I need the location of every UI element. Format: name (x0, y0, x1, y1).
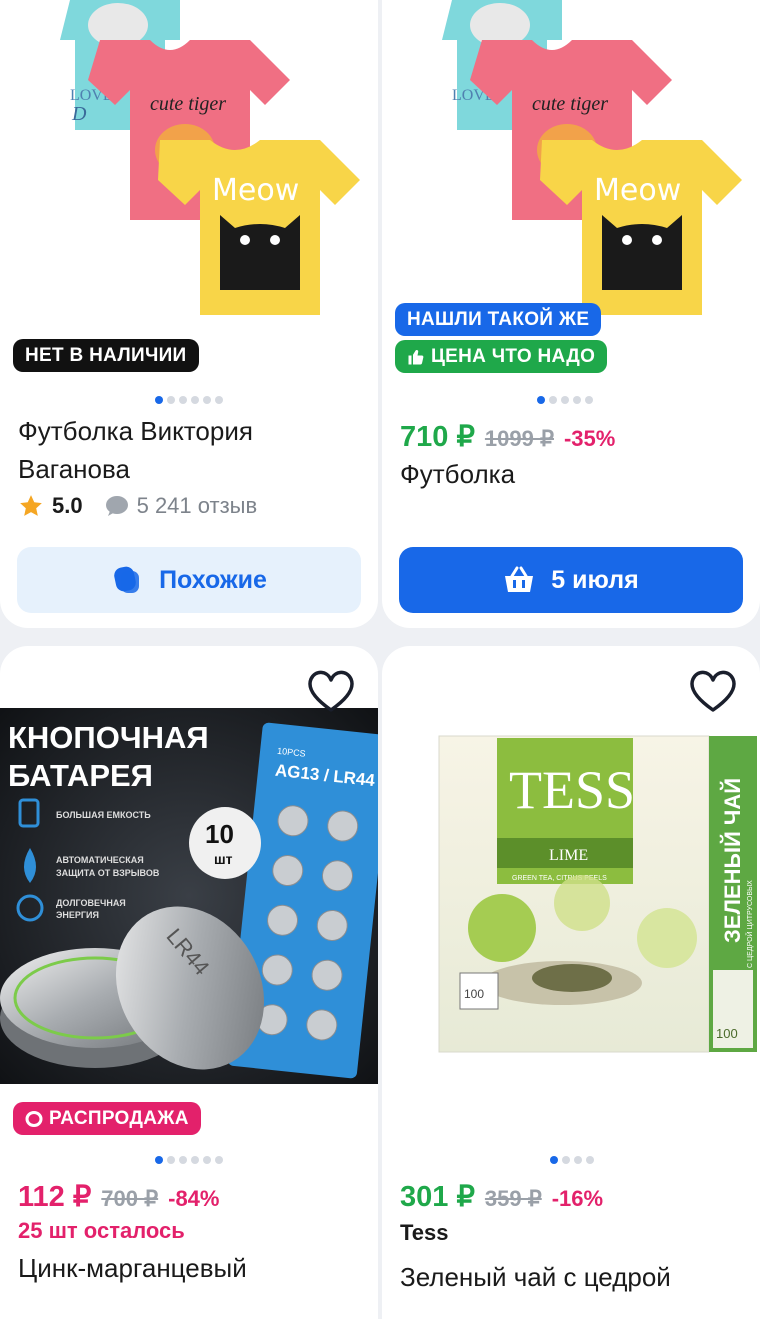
image-pager-dots (155, 396, 223, 404)
discount: -16% (551, 1186, 604, 1211)
svg-text:Meow: Meow (594, 173, 681, 208)
favorite-heart-icon[interactable] (687, 666, 739, 714)
old-price: 700 ₽ (101, 1186, 159, 1211)
stock-left: 25 шт осталось (18, 1218, 185, 1243)
product-image[interactable]: D LOVE cute tiger Meow (0, 0, 378, 330)
svg-text:Meow: Meow (212, 173, 299, 208)
svg-text:шт: шт (214, 851, 233, 867)
discount: -84% (168, 1186, 220, 1211)
product-card[interactable]: TESS LIME GREEN TEA, CITRUS PEELS 100 ЗЕ… (382, 646, 760, 1319)
svg-text:cute tiger: cute tiger (150, 93, 226, 115)
thumbs-up-icon (408, 349, 424, 365)
svg-text:АВТОМАТИЧЕСКАЯ: АВТОМАТИЧЕСКАЯ (56, 855, 144, 865)
current-price: 301 ₽ (400, 1181, 475, 1213)
svg-text:10: 10 (205, 819, 234, 849)
image-pager-dots (537, 396, 593, 404)
product-image[interactable]: КНОПОЧНАЯ БАТАРЕЯ 10PCS AG13 / LR44 10 ш… (0, 708, 378, 1084)
svg-text:ЭНЕРГИЯ: ЭНЕРГИЯ (56, 910, 99, 920)
product-title[interactable]: Зеленый чай с цедрой (400, 1258, 671, 1296)
svg-text:LIME: LIME (549, 847, 588, 864)
svg-text:КНОПОЧНАЯ: КНОПОЧНАЯ (8, 720, 209, 755)
svg-text:БОЛЬШАЯ ЕМКОСТЬ: БОЛЬШАЯ ЕМКОСТЬ (56, 810, 151, 820)
svg-text:100: 100 (716, 1026, 738, 1041)
product-grid: D LOVE cute tiger Meow НЕТ В НАЛИЧИИ Фут… (0, 0, 760, 1319)
product-card[interactable]: LOVE cute tiger Meow НАШЛИ ТАКОЙ ЖЕ ЦЕНА… (382, 0, 760, 628)
product-image[interactable]: TESS LIME GREEN TEA, CITRUS PEELS 100 ЗЕ… (382, 708, 760, 1084)
svg-text:TESS: TESS (509, 760, 635, 820)
current-price: 710 ₽ (400, 421, 475, 453)
add-to-cart-button[interactable]: 5 июля (399, 547, 743, 613)
out-of-stock-badge: НЕТ В НАЛИЧИИ (13, 339, 199, 372)
product-title[interactable]: Футболка (400, 455, 515, 493)
product-card[interactable]: D LOVE cute tiger Meow НЕТ В НАЛИЧИИ Фут… (0, 0, 378, 628)
star-icon (20, 495, 42, 516)
old-price: 359 ₽ (484, 1186, 542, 1211)
product-card[interactable]: КНОПОЧНАЯ БАТАРЕЯ 10PCS AG13 / LR44 10 ш… (0, 646, 378, 1319)
comment-icon (105, 496, 128, 516)
good-price-badge: ЦЕНА ЧТО НАДО (395, 340, 608, 373)
sale-ring-icon (25, 1110, 43, 1127)
image-pager-dots (155, 1156, 223, 1164)
svg-text:ДОЛГОВЕЧНАЯ: ДОЛГОВЕЧНАЯ (56, 898, 126, 908)
similar-button[interactable]: Похожие (17, 547, 361, 613)
sale-badge: РАСПРОДАЖА (13, 1102, 201, 1135)
price-row: 301 ₽ 359 ₽ -16% (400, 1179, 603, 1214)
product-title[interactable]: Цинк-марганцевый (18, 1249, 247, 1287)
svg-text:С ЦЕДРОЙ ЦИТРУСОВЫХ: С ЦЕДРОЙ ЦИТРУСОВЫХ (745, 880, 754, 968)
product-title[interactable]: Футболка Виктория Ваганова (18, 412, 253, 488)
svg-text:100: 100 (464, 987, 484, 1001)
similar-icon (114, 566, 140, 593)
review-count[interactable]: 5 241 отзыв (137, 493, 258, 519)
image-pager-dots (550, 1156, 594, 1164)
svg-text:БАТАРЕЯ: БАТАРЕЯ (8, 758, 153, 793)
current-price: 112 ₽ (18, 1181, 92, 1213)
brand-name[interactable]: Tess (400, 1220, 449, 1246)
old-price: 1099 ₽ (484, 426, 554, 451)
favorite-heart-icon[interactable] (305, 666, 357, 714)
svg-text:ЗАЩИТА ОТ ВЗРЫВОВ: ЗАЩИТА ОТ ВЗРЫВОВ (56, 868, 160, 878)
price-row: 710 ₽ 1099 ₽ -35% (400, 419, 615, 454)
rating-value: 5.0 (52, 493, 83, 518)
price-row: 112 ₽ 700 ₽ -84% (18, 1179, 219, 1214)
svg-text:D: D (71, 103, 87, 125)
svg-text:ЗЕЛЕНЫЙ ЧАЙ: ЗЕЛЕНЫЙ ЧАЙ (720, 778, 745, 943)
product-image[interactable]: LOVE cute tiger Meow (382, 0, 760, 330)
discount: -35% (563, 426, 616, 451)
rating-row: 5.0 5 241 отзыв (18, 493, 257, 519)
basket-icon (505, 566, 534, 592)
svg-text:cute tiger: cute tiger (532, 93, 608, 115)
found-same-badge: НАШЛИ ТАКОЙ ЖЕ (395, 303, 602, 336)
